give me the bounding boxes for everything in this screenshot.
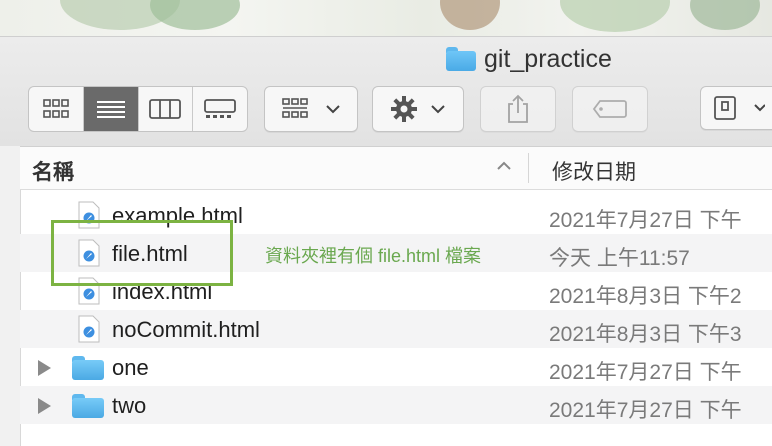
- column-divider[interactable]: [528, 153, 529, 183]
- list-view-button[interactable]: [83, 87, 139, 131]
- succulent-leaf: [440, 0, 500, 30]
- column-header-row: 名稱 修改日期: [20, 146, 772, 190]
- action-menu-button[interactable]: [372, 86, 464, 132]
- succulent-leaf: [560, 0, 670, 32]
- folder-name: two: [112, 393, 147, 418]
- folder-date: 2021年7月27日 下午: [549, 399, 742, 422]
- succulent-leaf: [690, 0, 760, 30]
- chevron-down-icon: [431, 105, 445, 114]
- icon-view-icon: [43, 99, 69, 118]
- file-date: 2021年8月3日 下午3: [549, 323, 742, 346]
- gallery-view-icon: [204, 99, 237, 118]
- desktop-wallpaper: [0, 0, 772, 36]
- column-view-icon: [149, 99, 182, 119]
- column-view-button[interactable]: [139, 87, 194, 131]
- folder-icon: [446, 47, 476, 71]
- view-mode-control: [28, 86, 248, 132]
- folder-name: one: [112, 355, 149, 380]
- window-title: git_practice: [446, 44, 612, 74]
- sort-ascending-icon[interactable]: [496, 160, 512, 172]
- column-header-date-modified[interactable]: 修改日期: [552, 156, 636, 186]
- share-button[interactable]: [480, 86, 556, 132]
- toolbar-extra-button[interactable]: [700, 86, 772, 130]
- html-file-icon: [78, 315, 100, 343]
- share-icon: [508, 94, 528, 123]
- folder-row-one[interactable]: one 2021年7月27日 下午: [20, 348, 772, 386]
- chevron-down-icon: [326, 105, 340, 114]
- list-view-icon: [96, 101, 125, 118]
- group-by-icon: [282, 98, 308, 118]
- file-date: 2021年7月27日 下午: [549, 209, 742, 232]
- group-by-button[interactable]: [264, 86, 358, 132]
- column-header-name[interactable]: 名稱: [32, 156, 74, 186]
- file-date: 今天 上午11:57: [549, 247, 690, 270]
- sidebar-edge: [0, 146, 21, 446]
- tag-button[interactable]: [572, 86, 648, 132]
- file-name: noCommit.html: [112, 317, 260, 342]
- file-date: 2021年8月3日 下午2: [549, 285, 742, 308]
- folder-row-two[interactable]: two 2021年7月27日 下午: [20, 386, 772, 424]
- succulent-leaf: [150, 0, 240, 30]
- folder-icon: [72, 356, 104, 380]
- empty-row: [20, 424, 772, 446]
- chevron-down-icon: [754, 104, 765, 112]
- gallery-view-button[interactable]: [193, 87, 247, 131]
- disclosure-triangle-icon[interactable]: [38, 398, 51, 414]
- device-icon: [714, 96, 736, 120]
- icon-view-button[interactable]: [29, 87, 84, 131]
- highlight-box: [51, 220, 233, 286]
- folder-icon: [72, 394, 104, 418]
- disclosure-triangle-icon[interactable]: [38, 360, 51, 376]
- annotation-text: 資料夾裡有個 file.html 檔案: [265, 246, 482, 266]
- folder-date: 2021年7月27日 下午: [549, 361, 742, 384]
- gear-icon: [391, 96, 417, 122]
- window-title-text: git_practice: [484, 44, 612, 73]
- file-row-nocommit[interactable]: noCommit.html 2021年8月3日 下午3: [20, 310, 772, 348]
- tag-icon: [592, 100, 627, 118]
